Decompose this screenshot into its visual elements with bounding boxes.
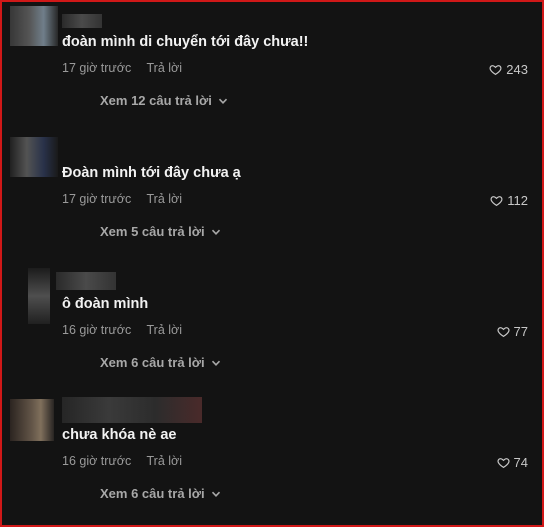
like-count: 77: [513, 324, 528, 339]
comment-item: Đoàn mình tới đây chưa ạ 17 giờ trước Tr…: [2, 133, 542, 264]
comment-item: chưa khóa nè ae 16 giờ trước Trả lời 74 …: [2, 395, 542, 526]
view-replies-button[interactable]: Xem 12 câu trả lời: [100, 93, 228, 108]
avatar[interactable]: [10, 6, 58, 46]
comment-text: Đoàn mình tới đây chưa ạ: [62, 165, 241, 181]
reply-button[interactable]: Trả lời: [146, 454, 182, 468]
comment-meta: 16 giờ trước Trả lời: [62, 454, 182, 468]
comment-meta: 17 giờ trước Trả lời: [62, 61, 182, 75]
avatar[interactable]: [28, 268, 50, 324]
avatar[interactable]: [10, 137, 58, 177]
heart-outline-icon: [496, 327, 510, 338]
comment-text: đoàn mình di chuyển tới đây chưa!!: [62, 34, 309, 50]
username-blurred[interactable]: [56, 272, 116, 290]
chevron-down-icon: [211, 229, 220, 235]
like-count: 112: [507, 193, 528, 208]
heart-outline-icon: [489, 65, 502, 76]
view-replies-button[interactable]: Xem 6 câu trả lời: [100, 355, 221, 370]
view-replies-label: Xem 6 câu trả lời: [100, 486, 205, 501]
comment-text: chưa khóa nè ae: [62, 427, 177, 443]
comment-text: ô đoàn mình: [62, 296, 149, 312]
heart-outline-icon: [496, 458, 510, 469]
view-replies-button[interactable]: Xem 6 câu trả lời: [100, 486, 221, 501]
view-replies-label: Xem 5 câu trả lời: [100, 224, 205, 239]
like-count: 74: [513, 455, 528, 470]
view-replies-button[interactable]: Xem 5 câu trả lời: [100, 224, 221, 239]
reply-button[interactable]: Trả lời: [146, 192, 182, 206]
like-button[interactable]: 74: [496, 455, 528, 470]
comment-time: 16 giờ trước: [62, 454, 132, 468]
like-count: 243: [506, 62, 528, 77]
chevron-down-icon: [211, 360, 220, 366]
chevron-down-icon: [218, 98, 227, 104]
comment-time: 17 giờ trước: [62, 61, 132, 75]
avatar[interactable]: [10, 399, 54, 441]
chevron-down-icon: [211, 491, 220, 497]
comment-time: 17 giờ trước: [62, 192, 132, 206]
comment-item: ô đoàn mình 16 giờ trước Trả lời 77 Xem …: [2, 264, 542, 395]
view-replies-label: Xem 12 câu trả lời: [100, 93, 212, 108]
like-button[interactable]: 77: [496, 324, 528, 339]
comment-meta: 16 giờ trước Trả lời: [62, 323, 182, 337]
username-blurred[interactable]: [62, 397, 202, 423]
comment-item: đoàn mình di chuyển tới đây chưa!! 17 gi…: [2, 2, 542, 133]
view-replies-label: Xem 6 câu trả lời: [100, 355, 205, 370]
reply-button[interactable]: Trả lời: [146, 61, 182, 75]
reply-button[interactable]: Trả lời: [146, 323, 182, 337]
comment-meta: 17 giờ trước Trả lời: [62, 192, 182, 206]
comment-time: 16 giờ trước: [62, 323, 132, 337]
comment-list: đoàn mình di chuyển tới đây chưa!! 17 gi…: [0, 0, 544, 527]
like-button[interactable]: 243: [489, 62, 528, 77]
username-blurred[interactable]: [62, 14, 102, 28]
heart-outline-icon: [490, 196, 503, 207]
like-button[interactable]: 112: [490, 193, 528, 208]
